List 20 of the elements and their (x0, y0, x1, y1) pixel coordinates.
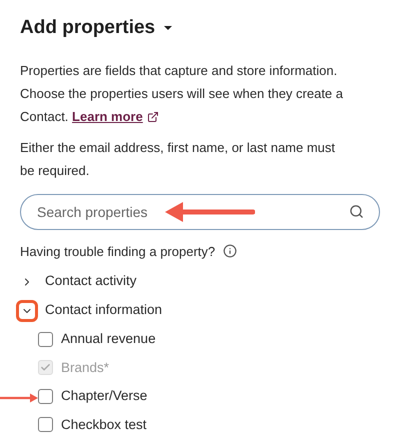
property-label: Chapter/Verse (61, 387, 148, 406)
group-label[interactable]: Contact information (45, 300, 162, 321)
check-icon (40, 362, 51, 374)
help-text: Having trouble finding a property? (20, 242, 216, 261)
checkbox[interactable] (38, 388, 53, 404)
description-text: Properties are fields that capture and store information. Choose the properties users will see when they create a Contact. Learn more (20, 62, 344, 126)
search-field[interactable]: Search properties (20, 194, 380, 230)
info-icon[interactable] (223, 244, 238, 258)
panel-title: Add properties (20, 16, 156, 40)
checkbox[interactable] (38, 417, 53, 432)
caret-icon[interactable] (163, 25, 174, 32)
search-icon (349, 204, 364, 218)
property-label: Brands* (61, 358, 110, 377)
requirement-note: Either the email address, first name, or last name must be required. (20, 138, 336, 180)
external-link-icon (146, 110, 159, 122)
learn-more-link[interactable]: Learn more (72, 108, 143, 124)
group-label[interactable]: Contact activity (45, 271, 137, 292)
property-label: Checkbox test (61, 416, 147, 434)
checkbox[interactable] (38, 332, 53, 347)
property-label: Annual revenue (61, 330, 156, 348)
